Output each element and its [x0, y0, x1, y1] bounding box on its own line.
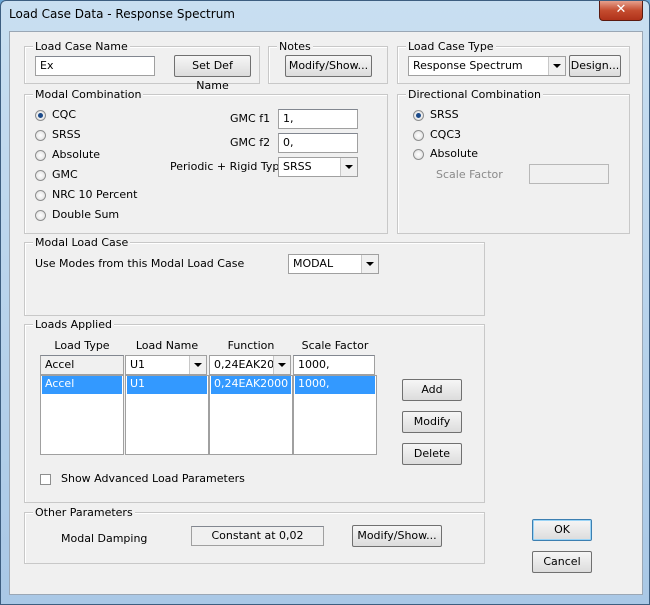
periodic-rigid-select[interactable]: SRSS — [278, 157, 358, 177]
radio-label-gmc: GMC — [52, 168, 78, 181]
load-case-type-legend: Load Case Type — [406, 40, 496, 53]
close-button[interactable]: ✕ — [599, 1, 643, 21]
row-function[interactable]: 0,24EAK2000 — [211, 376, 291, 394]
modal-load-case-legend: Modal Load Case — [33, 236, 131, 249]
dialog-window: Load Case Data - Response Spectrum ✕ Loa… — [0, 0, 650, 605]
ok-button[interactable]: OK — [532, 519, 592, 541]
load-case-name-group: Load Case Name Ex Set Def Name — [24, 40, 260, 92]
loads-applied-group: Loads Applied Load Type Load Name Functi… — [24, 318, 485, 503]
other-parameters-group: Other Parameters Modal Damping Constant … — [24, 506, 485, 564]
edit-function-value: 0,24EAK200 — [214, 358, 282, 371]
radio-label-absolute: Absolute — [52, 148, 101, 161]
scale-factor-label: Scale Factor — [436, 168, 503, 181]
row-scale-factor[interactable]: 1000, — [295, 376, 375, 394]
chevron-down-icon[interactable] — [361, 255, 378, 273]
header-load-name: Load Name — [135, 339, 199, 352]
modal-combination-group: Modal Combination CQC SRSS Absolute GMC … — [24, 88, 388, 234]
load-case-name-legend: Load Case Name — [33, 40, 130, 53]
header-scale-factor: Scale Factor — [301, 339, 369, 352]
edit-function-select[interactable]: 0,24EAK200 — [209, 355, 291, 375]
edit-load-name-value: U1 — [130, 358, 146, 371]
modal-damping-value: Constant at 0,02 — [191, 526, 324, 546]
list-column-load-name[interactable]: U1 — [125, 375, 209, 455]
chevron-down-icon[interactable] — [273, 356, 290, 374]
gmc-f2-input[interactable]: 0, — [278, 133, 358, 153]
edit-load-type-field[interactable]: Accel — [40, 355, 124, 375]
notes-modify-show-button[interactable]: Modify/Show... — [285, 55, 372, 77]
list-column-function[interactable]: 0,24EAK2000 — [209, 375, 293, 455]
radio-label-dir-srss: SRSS — [430, 108, 459, 121]
radio-double-sum[interactable] — [35, 210, 46, 221]
periodic-rigid-label: Periodic + Rigid Type — [170, 160, 287, 173]
row-load-type[interactable]: Accel — [42, 376, 122, 394]
notes-group: Notes Modify/Show... — [268, 40, 388, 84]
design-button[interactable]: Design... — [569, 55, 621, 77]
damping-modify-show-button[interactable]: Modify/Show... — [352, 525, 442, 547]
radio-nrc-10-percent[interactable] — [35, 190, 46, 201]
notes-legend: Notes — [277, 40, 313, 53]
gmc-f1-input[interactable]: 1, — [278, 109, 358, 129]
radio-dir-srss[interactable] — [413, 110, 424, 121]
header-load-type: Load Type — [54, 339, 110, 352]
list-column-load-type[interactable]: Accel — [40, 375, 124, 455]
use-modes-label: Use Modes from this Modal Load Case — [35, 257, 245, 270]
radio-dir-absolute[interactable] — [413, 149, 424, 160]
delete-button[interactable]: Delete — [402, 443, 462, 465]
cancel-button[interactable]: Cancel — [532, 551, 592, 573]
radio-label-dir-cqc3: CQC3 — [430, 128, 462, 141]
scale-factor-input — [529, 164, 609, 184]
load-case-type-select[interactable]: Response Spectrum — [408, 56, 566, 76]
set-def-name-button[interactable]: Set Def Name — [174, 55, 251, 92]
radio-absolute[interactable] — [35, 150, 46, 161]
gmc-f1-label: GMC f1 — [230, 112, 271, 125]
chevron-down-icon[interactable] — [548, 57, 565, 75]
load-case-type-group: Load Case Type Response Spectrum Design.… — [397, 40, 630, 84]
header-function: Function — [227, 339, 275, 352]
add-button[interactable]: Add — [402, 379, 462, 401]
modal-combination-legend: Modal Combination — [33, 88, 144, 101]
radio-label-srss: SRSS — [52, 128, 81, 141]
row-load-name[interactable]: U1 — [127, 376, 207, 394]
periodic-rigid-value: SRSS — [283, 160, 312, 173]
directional-combination-group: Directional Combination SRSS CQC3 Absolu… — [397, 88, 630, 234]
modal-damping-label: Modal Damping — [61, 532, 148, 545]
radio-srss[interactable] — [35, 130, 46, 141]
modal-load-case-value: MODAL — [293, 257, 334, 270]
loads-applied-legend: Loads Applied — [33, 318, 114, 331]
show-advanced-label: Show Advanced Load Parameters — [61, 472, 245, 485]
modal-load-case-select[interactable]: MODAL — [288, 254, 379, 274]
show-advanced-checkbox[interactable] — [40, 474, 51, 485]
radio-dir-cqc3[interactable] — [413, 130, 424, 141]
window-title: Load Case Data - Response Spectrum — [9, 7, 235, 21]
modal-load-case-group: Modal Load Case Use Modes from this Moda… — [24, 236, 485, 316]
dialog-client: Load Case Name Ex Set Def Name Notes Mod… — [9, 31, 643, 595]
edit-scale-factor-input[interactable]: 1000, — [293, 355, 375, 375]
radio-label-double-sum: Double Sum — [52, 208, 120, 221]
radio-label-dir-absolute: Absolute — [430, 147, 479, 160]
radio-cqc[interactable] — [35, 110, 46, 121]
title-bar[interactable]: Load Case Data - Response Spectrum ✕ — [1, 1, 649, 27]
edit-load-name-select[interactable]: U1 — [125, 355, 207, 375]
list-column-scale-factor[interactable]: 1000, — [293, 375, 377, 455]
load-case-name-input[interactable]: Ex — [35, 56, 155, 76]
load-case-type-value: Response Spectrum — [413, 59, 523, 72]
chevron-down-icon[interactable] — [189, 356, 206, 374]
radio-label-nrc: NRC 10 Percent — [52, 188, 138, 201]
radio-gmc[interactable] — [35, 170, 46, 181]
directional-combination-legend: Directional Combination — [406, 88, 543, 101]
radio-label-cqc: CQC — [52, 108, 77, 121]
modify-button[interactable]: Modify — [402, 411, 462, 433]
gmc-f2-label: GMC f2 — [230, 136, 271, 149]
chevron-down-icon[interactable] — [340, 158, 357, 176]
other-parameters-legend: Other Parameters — [33, 506, 135, 519]
